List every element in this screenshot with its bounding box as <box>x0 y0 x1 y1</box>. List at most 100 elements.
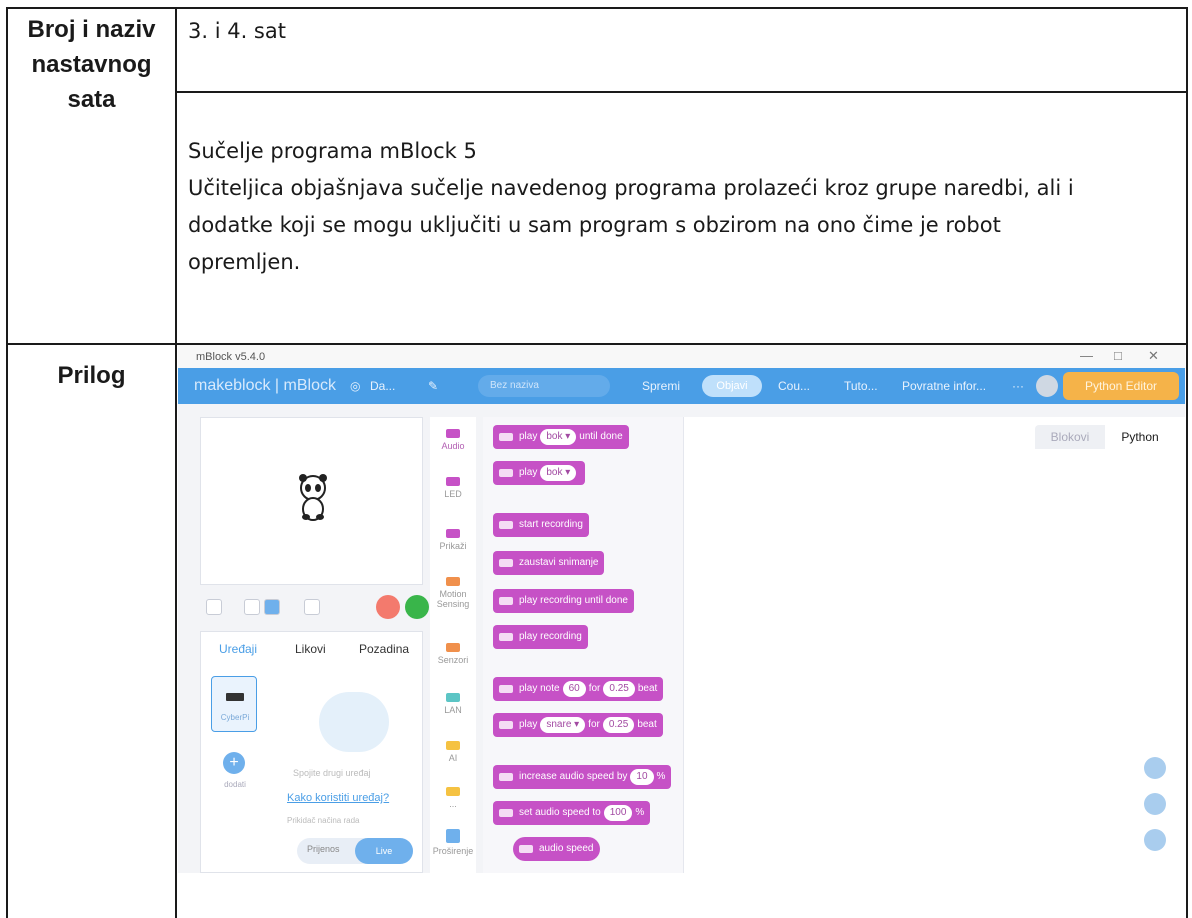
green-flag-button[interactable] <box>405 595 429 619</box>
stage-small-icon[interactable] <box>244 599 260 615</box>
ai-icon <box>446 741 460 750</box>
tab-sprites[interactable]: Likovi <box>295 642 326 656</box>
mode-label: Prikidač načina rada <box>287 816 360 825</box>
close-icon[interactable]: ✕ <box>1148 348 1159 364</box>
block-play-recording[interactable]: play recording <box>493 625 588 649</box>
description-line-3: dodatke koji se mogu uključiti u sam pro… <box>188 213 1001 237</box>
mode-upload[interactable]: Prijenos <box>307 844 340 854</box>
app-brand: makeblock | mBlock <box>194 377 336 394</box>
block-set-audio-speed[interactable]: set audio speed to 100% <box>493 801 651 825</box>
stop-button[interactable] <box>376 595 400 619</box>
stage[interactable] <box>200 417 423 585</box>
top-navbar: makeblock | mBlock ◎ Da... ✎ Bez naziva … <box>178 368 1185 404</box>
category-sensors[interactable]: Senzori <box>430 643 476 665</box>
window-titlebar: mBlock v5.4.0 — □ ✕ <box>178 345 1185 368</box>
publish-button[interactable]: Objavi <box>702 375 762 397</box>
feedback-button[interactable]: Povratne infor... <box>902 379 986 393</box>
file-menu[interactable]: Da... <box>370 379 395 393</box>
category-motion-sensing[interactable]: Motion Sensing <box>430 577 476 609</box>
category-ai[interactable]: AI <box>430 741 476 763</box>
category-led[interactable]: LED <box>430 477 476 499</box>
category-more[interactable]: ... <box>430 787 476 809</box>
device-card[interactable]: CyberPi <box>211 676 257 732</box>
audio-icon <box>446 429 460 438</box>
device-panel: Uređaji Likovi Pozadina CyberPi + dodati… <box>200 631 423 873</box>
help-link[interactable]: Kako koristiti uređaj? <box>287 792 389 804</box>
label-line-2: nastavnog <box>31 51 152 78</box>
device-chip-icon <box>226 693 244 701</box>
zoom-in-icon[interactable] <box>1144 757 1166 779</box>
table-inner-divider-1 <box>175 91 1188 93</box>
table-border-right <box>1186 7 1188 918</box>
project-name-input[interactable]: Bez naziva <box>478 375 610 397</box>
stage-grid-icon[interactable] <box>304 599 320 615</box>
tab-devices[interactable]: Uređaji <box>219 642 257 656</box>
device-name: CyberPi <box>220 713 250 722</box>
row-value-lesson: 3. i 4. sat <box>188 19 286 43</box>
description: Sučelje programa mBlock 5 Učiteljica obj… <box>188 133 1178 281</box>
connect-hint: Spojite drugi uređaj <box>293 768 371 778</box>
block-audio-speed[interactable]: audio speed <box>513 837 600 861</box>
label-line-3: sata <box>67 86 116 113</box>
motion-icon <box>446 577 460 586</box>
wrench-icon[interactable]: ✎ <box>428 379 438 393</box>
block-increase-audio-speed[interactable]: increase audio speed by 10% <box>493 765 672 789</box>
extension-icon <box>446 829 460 843</box>
block-start-recording[interactable]: start recording <box>493 513 589 537</box>
row-label-lesson: Broj i naziv nastavnog sata <box>10 12 173 117</box>
document: Broj i naziv nastavnog sata 3. i 4. sat … <box>0 0 1192 918</box>
block-play-recording-until-done[interactable]: play recording until done <box>493 589 634 613</box>
block-categories: Audio LED Prikaži Motion Sensing Senzori… <box>430 417 476 873</box>
table-border-top <box>6 7 1188 9</box>
display-icon <box>446 529 460 538</box>
block-play-drum[interactable]: play snare ▾ for 0.25 beat <box>493 713 663 737</box>
tutorials-button[interactable]: Tuto... <box>844 379 878 393</box>
stage-large-icon[interactable] <box>264 599 280 615</box>
table-column-divider <box>175 7 177 918</box>
courses-button[interactable]: Cou... <box>778 379 810 393</box>
lan-icon <box>446 693 460 702</box>
tab-backdrops[interactable]: Pozadina <box>359 642 409 656</box>
category-audio[interactable]: Audio <box>430 429 476 451</box>
mode-live[interactable]: Live <box>355 838 413 864</box>
zoom-out-icon[interactable] <box>1144 793 1166 815</box>
table-border-left <box>6 7 8 918</box>
label-line-1: Broj i naziv <box>27 16 156 43</box>
stage-fullscreen-icon[interactable] <box>206 599 222 615</box>
sensors-icon <box>446 643 460 652</box>
row-label-attachment: Prilog <box>57 362 126 389</box>
blocks-palette: play bok ▾ until done play bok ▾ start reco… <box>483 417 683 873</box>
block-play-until-done[interactable]: play bok ▾ until done <box>493 425 629 449</box>
stage-toolbar <box>200 591 429 623</box>
description-line-2: Učiteljica objašnjava sučelje navedenog … <box>188 176 1074 200</box>
block-stop-recording[interactable]: zaustavi snimanje <box>493 551 605 575</box>
more-button[interactable]: ··· <box>1012 379 1024 393</box>
maximize-icon[interactable]: □ <box>1114 348 1122 363</box>
panda-sprite <box>299 474 327 521</box>
globe-icon[interactable]: ◎ <box>350 379 360 393</box>
add-device-label: dodati <box>224 780 246 789</box>
more-category-icon <box>446 787 460 796</box>
minimize-icon[interactable]: — <box>1080 348 1093 363</box>
avatar[interactable] <box>1036 375 1058 397</box>
category-display[interactable]: Prikaži <box>430 529 476 551</box>
mode-toggle[interactable]: Prijenos Live <box>297 838 413 864</box>
category-lan[interactable]: LAN <box>430 693 476 715</box>
description-line-4: opremljen. <box>188 250 301 274</box>
script-workspace[interactable]: Blokovi Python <box>683 417 1185 873</box>
led-icon <box>446 477 460 486</box>
block-play-note[interactable]: play note 60 for 0.25 beat <box>493 677 664 701</box>
tab-python[interactable]: Python <box>1105 425 1175 449</box>
workspace-tabs: Blokovi Python <box>1035 425 1175 449</box>
save-button[interactable]: Spremi <box>642 379 680 393</box>
python-editor-button[interactable]: Python Editor <box>1063 372 1179 400</box>
tab-blocks[interactable]: Blokovi <box>1035 425 1105 449</box>
panda-illustration-icon <box>319 692 389 752</box>
block-play[interactable]: play bok ▾ <box>493 461 586 485</box>
add-device-icon[interactable]: + <box>223 752 245 774</box>
mblock-screenshot: mBlock v5.4.0 — □ ✕ makeblock | mBlock ◎… <box>178 345 1185 873</box>
description-line-1: Sučelje programa mBlock 5 <box>188 139 477 163</box>
zoom-reset-icon[interactable] <box>1144 829 1166 851</box>
window-title: mBlock v5.4.0 <box>196 351 266 363</box>
category-extension[interactable]: Proširenje <box>430 829 476 856</box>
